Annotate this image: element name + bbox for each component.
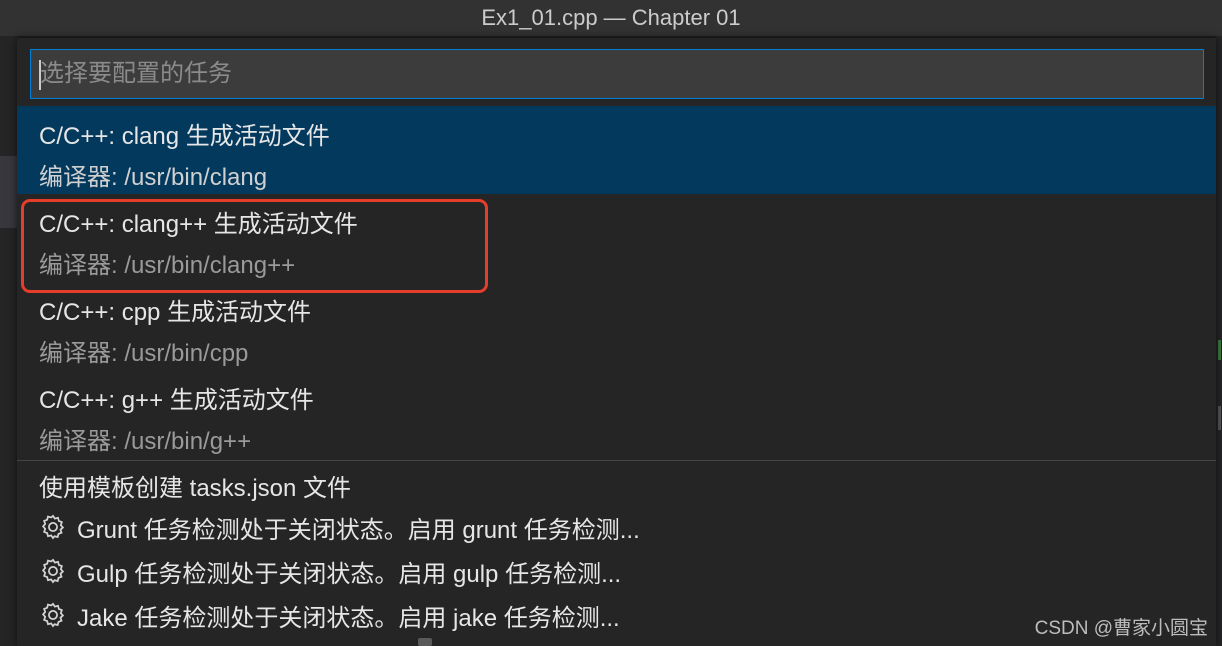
- gutter-decoration: [1218, 340, 1221, 360]
- item-label: Gulp 任务检测处于关闭状态。启用 gulp 任务检测...: [77, 560, 622, 588]
- editor-fragment: [418, 638, 432, 646]
- activity-bar-highlight: [0, 156, 17, 228]
- task-item-gpp[interactable]: C/C++: g++ 生成活动文件 编译器: /usr/bin/g++: [17, 370, 1216, 458]
- list-separator: [17, 460, 1216, 461]
- item-label: Grunt 任务检测处于关闭状态。启用 grunt 任务检测...: [77, 516, 640, 544]
- task-label: C/C++: cpp 生成活动文件: [39, 299, 312, 326]
- task-label: C/C++: g++ 生成活动文件: [39, 387, 314, 414]
- annotation-highlight-box: [21, 199, 488, 293]
- gear-icon: [41, 602, 65, 628]
- window-title: Ex1_01.cpp — Chapter 01: [481, 5, 741, 30]
- gutter-decoration: [1218, 406, 1221, 430]
- gear-icon: [41, 514, 65, 540]
- item-label: Jake 任务检测处于关闭状态。启用 jake 任务检测...: [77, 604, 620, 632]
- quick-pick-search-box[interactable]: [30, 49, 1204, 99]
- quick-pick-panel: C/C++: clang 生成活动文件 编译器: /usr/bin/clang …: [17, 38, 1216, 646]
- item-label: 使用模板创建 tasks.json 文件: [39, 474, 352, 502]
- text-cursor: [39, 60, 41, 90]
- grunt-detection-item[interactable]: Grunt 任务检测处于关闭状态。启用 grunt 任务检测...: [39, 507, 640, 547]
- task-detail: 编译器: /usr/bin/g++: [39, 428, 252, 455]
- activity-bar-edge: [0, 36, 17, 646]
- watermark: CSDN @曹家小圆宝: [1034, 618, 1208, 639]
- gulp-detection-item[interactable]: Gulp 任务检测处于关闭状态。启用 gulp 任务检测...: [39, 551, 621, 591]
- task-detail: 编译器: /usr/bin/clang: [39, 164, 268, 191]
- gear-icon: [41, 558, 65, 584]
- task-detail: 编译器: /usr/bin/cpp: [39, 340, 249, 367]
- task-item-cpp[interactable]: C/C++: cpp 生成活动文件 编译器: /usr/bin/cpp: [17, 282, 1216, 370]
- window-titlebar: Ex1_01.cpp — Chapter 01: [0, 0, 1222, 36]
- task-item-clang[interactable]: C/C++: clang 生成活动文件 编译器: /usr/bin/clang: [17, 106, 1216, 194]
- task-label: C/C++: clang 生成活动文件: [39, 123, 330, 150]
- quick-pick-input[interactable]: [31, 50, 1203, 98]
- jake-detection-item[interactable]: Jake 任务检测处于关闭状态。启用 jake 任务检测...: [39, 595, 620, 635]
- create-tasks-json-item[interactable]: 使用模板创建 tasks.json 文件: [39, 465, 351, 505]
